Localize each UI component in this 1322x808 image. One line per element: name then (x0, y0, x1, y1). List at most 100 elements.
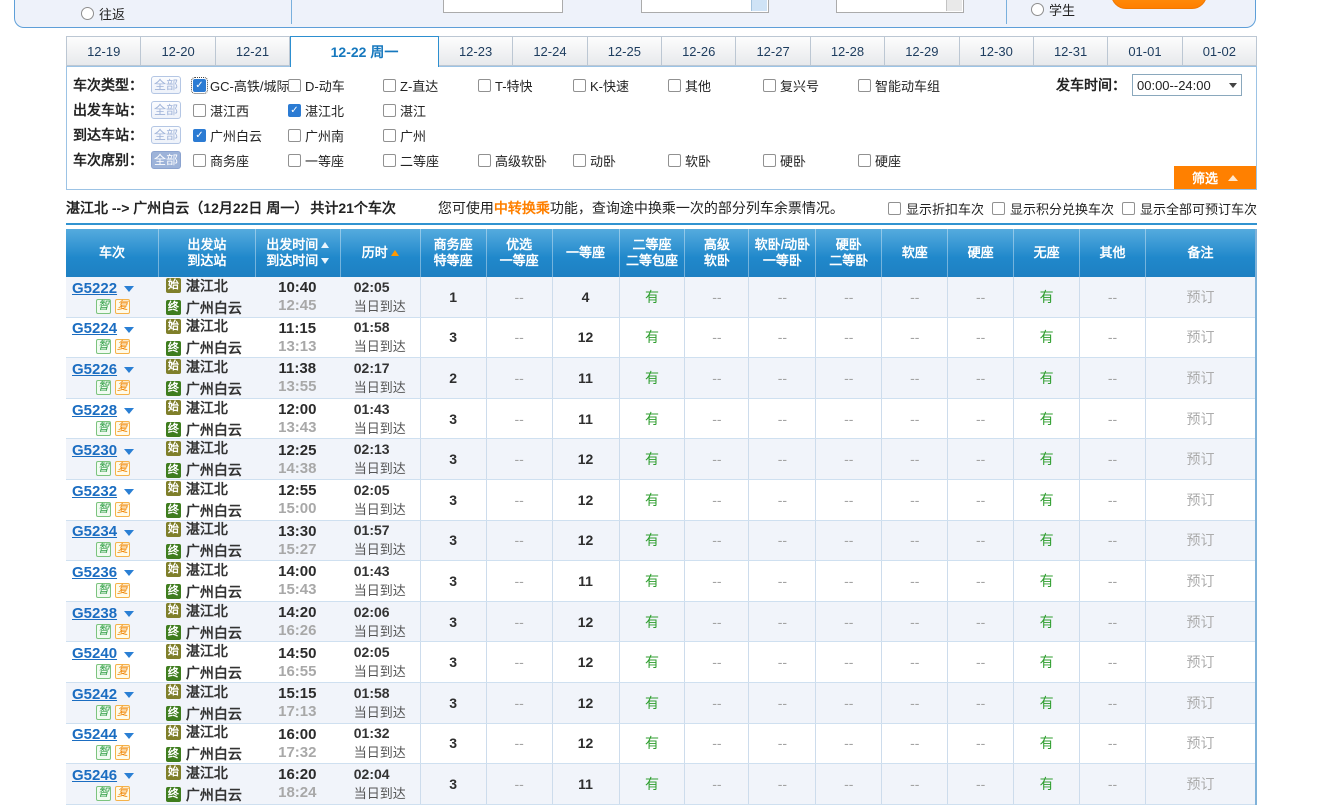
column-header[interactable]: 软卧/动卧一等卧 (748, 229, 815, 277)
book-button[interactable]: 预订 (1186, 652, 1214, 672)
tab-date-01-02[interactable]: 01-02 (1183, 36, 1257, 66)
all-button[interactable]: 全部 (151, 151, 181, 169)
book-button[interactable]: 预订 (1186, 409, 1214, 429)
filter-option[interactable]: 硬卧 (763, 151, 858, 170)
column-header[interactable]: 出发站到达站 (158, 229, 255, 277)
query-button[interactable] (1111, 0, 1207, 9)
filter-option[interactable]: 商务座 (193, 151, 288, 170)
filter-option[interactable]: 硬座 (858, 151, 953, 170)
checkbox-icon[interactable] (288, 129, 301, 142)
tab-date-12-31[interactable]: 12-31 (1034, 36, 1108, 66)
filter-option[interactable]: 复兴号 (763, 76, 858, 95)
tab-date-12-29[interactable]: 12-29 (885, 36, 959, 66)
tab-date-12-20[interactable]: 12-20 (141, 36, 215, 66)
expand-arrow-icon[interactable] (124, 449, 134, 455)
tab-date-12-19[interactable]: 12-19 (66, 36, 141, 66)
train-code-link[interactable]: G5244 (72, 726, 117, 743)
filter-option[interactable]: 湛江 (383, 101, 478, 120)
sort-desc-icon[interactable] (321, 258, 329, 264)
all-button[interactable]: 全部 (151, 101, 181, 119)
book-button[interactable]: 预订 (1186, 530, 1214, 550)
checkbox-icon[interactable] (573, 154, 586, 167)
display-option[interactable]: 显示积分兑换车次 (992, 199, 1114, 218)
checkbox-icon[interactable] (383, 79, 396, 92)
expand-arrow-icon[interactable] (124, 489, 134, 495)
tab-date-12-21[interactable]: 12-21 (216, 36, 290, 66)
return-date-input[interactable] (836, 0, 964, 13)
checkbox-icon[interactable] (668, 79, 681, 92)
display-option[interactable]: 显示全部可预订车次 (1122, 199, 1257, 218)
column-header[interactable]: 二等座二等包座 (619, 229, 685, 277)
expand-arrow-icon[interactable] (124, 327, 134, 333)
expand-arrow-icon[interactable] (124, 286, 134, 292)
column-header[interactable]: 车次 (66, 229, 158, 277)
column-header[interactable]: 无座 (1013, 229, 1079, 277)
expand-arrow-icon[interactable] (124, 773, 134, 779)
checkbox-icon[interactable] (763, 154, 776, 167)
checkbox-icon[interactable] (383, 129, 396, 142)
train-code-link[interactable]: G5226 (72, 361, 117, 378)
expand-arrow-icon[interactable] (124, 611, 134, 617)
filter-option[interactable]: 广州南 (288, 126, 383, 145)
filter-option[interactable]: 软卧 (668, 151, 763, 170)
tab-date-12-30[interactable]: 12-30 (960, 36, 1034, 66)
train-code-link[interactable]: G5232 (72, 483, 117, 500)
roundtrip-radio[interactable]: 往返 (81, 4, 125, 23)
checkbox-icon[interactable] (992, 202, 1005, 215)
transfer-link[interactable]: 中转换乘 (494, 200, 550, 216)
checkbox-icon[interactable] (288, 79, 301, 92)
from-station-input[interactable] (443, 0, 563, 13)
checkbox-icon[interactable] (383, 104, 396, 117)
tab-date-12-27[interactable]: 12-27 (736, 36, 810, 66)
checkbox-icon[interactable] (858, 154, 871, 167)
filter-option[interactable]: D-动车 (288, 76, 383, 95)
book-button[interactable]: 预订 (1186, 368, 1214, 388)
filter-option[interactable]: ✓湛江北 (288, 101, 383, 120)
calendar-icon[interactable] (751, 0, 767, 11)
train-code-link[interactable]: G5228 (72, 402, 117, 419)
depart-time-select[interactable]: 00:00--24:00 (1132, 74, 1242, 96)
checkbox-checked-icon[interactable]: ✓ (288, 104, 301, 117)
train-code-link[interactable]: G5238 (72, 605, 117, 622)
expand-arrow-icon[interactable] (124, 692, 134, 698)
checkbox-icon[interactable] (573, 79, 586, 92)
tab-date-12-23[interactable]: 12-23 (439, 36, 513, 66)
book-button[interactable]: 预订 (1186, 449, 1214, 469)
train-code-link[interactable]: G5242 (72, 686, 117, 703)
expand-arrow-icon[interactable] (124, 652, 134, 658)
checkbox-icon[interactable] (478, 154, 491, 167)
filter-toggle-button[interactable]: 筛选 (1174, 166, 1256, 189)
book-button[interactable]: 预订 (1186, 612, 1214, 632)
filter-option[interactable]: T-特快 (478, 76, 573, 95)
tab-date-01-01[interactable]: 01-01 (1108, 36, 1182, 66)
all-button[interactable]: 全部 (151, 76, 181, 94)
train-code-link[interactable]: G5240 (72, 645, 117, 662)
filter-option[interactable]: 湛江西 (193, 101, 288, 120)
tab-date-12-22[interactable]: 12-22 周一 (290, 36, 439, 67)
sort-asc-icon[interactable] (321, 242, 329, 248)
expand-arrow-icon[interactable] (124, 570, 134, 576)
book-button[interactable]: 预订 (1186, 733, 1214, 753)
checkbox-icon[interactable] (858, 79, 871, 92)
filter-option[interactable]: ✓广州白云 (193, 126, 288, 145)
checkbox-icon[interactable] (668, 154, 681, 167)
filter-option[interactable]: 广州 (383, 126, 478, 145)
column-header[interactable]: 硬座 (947, 229, 1013, 277)
tab-date-12-28[interactable]: 12-28 (811, 36, 885, 66)
sort-asc-active-icon[interactable] (391, 250, 399, 256)
checkbox-icon[interactable] (888, 202, 901, 215)
filter-option[interactable]: 智能动车组 (858, 76, 953, 95)
book-button[interactable]: 预订 (1186, 490, 1214, 510)
column-header[interactable]: 商务座特等座 (420, 229, 486, 277)
tab-date-12-24[interactable]: 12-24 (513, 36, 587, 66)
column-header[interactable]: 其他 (1079, 229, 1145, 277)
depart-date-input[interactable] (641, 0, 769, 13)
book-button[interactable]: 预订 (1186, 693, 1214, 713)
train-code-link[interactable]: G5224 (72, 320, 117, 337)
column-header[interactable]: 出发时间到达时间 (255, 229, 340, 277)
column-header[interactable]: 历时 (340, 229, 420, 277)
checkbox-icon[interactable] (763, 79, 776, 92)
tab-date-12-25[interactable]: 12-25 (588, 36, 662, 66)
filter-option[interactable]: Z-直达 (383, 76, 478, 95)
column-header[interactable]: 一等座 (552, 229, 619, 277)
